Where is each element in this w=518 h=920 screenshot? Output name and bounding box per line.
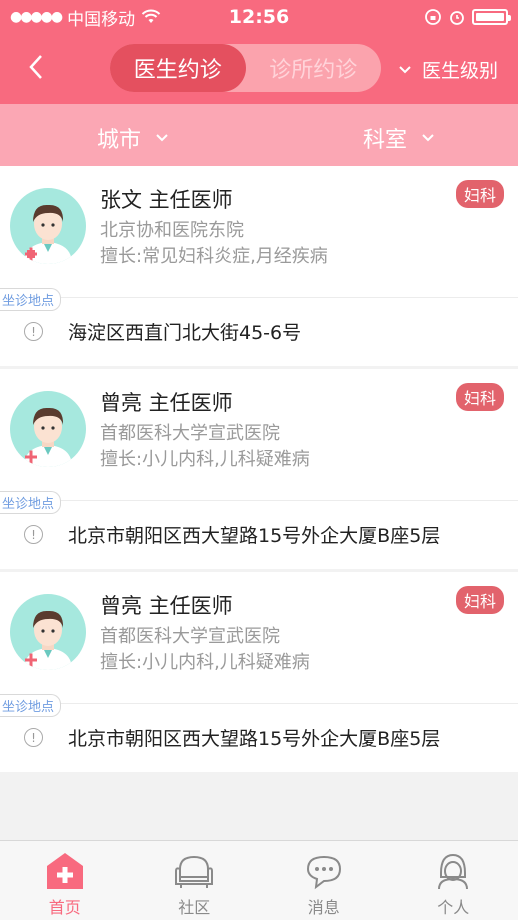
tab-home[interactable]: 首页 [0, 841, 130, 920]
doctor-level-label: 医生级别 [421, 60, 498, 82]
chat-bubble-icon [306, 855, 341, 890]
doctor-card[interactable]: 曾亮 主任医师 首都医科大学宣武医院 擅长:小儿内科,儿科疑难病 妇科 坐诊地点… [0, 572, 518, 772]
doctor-specialty: 擅长:小儿内科,儿科疑难病 [100, 449, 310, 470]
signal-icon: ●●●●● [10, 9, 63, 25]
doctor-hospital: 首都医科大学宣武医院 [100, 626, 280, 647]
doctor-avatar [10, 594, 86, 670]
department-filter[interactable]: 科室 [363, 122, 435, 154]
department-filter-label: 科室 [363, 128, 408, 153]
tab-profile[interactable]: 个人 [389, 841, 518, 920]
info-icon: ! [24, 525, 43, 544]
status-bar: ●●●●● 中国移动 12:56 [0, 0, 518, 34]
alarm-icon [450, 11, 464, 25]
department-badge: 妇科 [455, 383, 504, 411]
department-badge: 妇科 [455, 180, 504, 208]
doctor-name: 曾亮 主任医师 [100, 594, 233, 618]
carrier-name: 中国移动 [67, 9, 136, 30]
clinic-address-row: ! 北京市朝阳区西大望路15号外企大厦B座5层 [0, 704, 518, 772]
info-icon: ! [24, 728, 43, 747]
back-arrow-icon[interactable] [22, 52, 52, 82]
info-icon: ! [24, 322, 43, 341]
doctor-name: 曾亮 主任医师 [100, 391, 233, 415]
tab-doctor-appointment[interactable]: 医生约诊 [110, 44, 246, 92]
clinic-address: 北京市朝阳区西大望路15号外企大厦B座5层 [68, 728, 441, 750]
doctor-list: 张文 主任医师 北京协和医院东院 擅长:常见妇科炎症,月经疾病 妇科 坐诊地点 … [0, 166, 518, 772]
city-filter-label: 城市 [97, 128, 142, 153]
doctor-specialty: 擅长:小儿内科,儿科疑难病 [100, 652, 310, 673]
sofa-icon [175, 855, 214, 888]
person-icon [438, 853, 469, 890]
doctor-info: 曾亮 主任医师 首都医科大学宣武医院 擅长:小儿内科,儿科疑难病 妇科 坐诊地点 [0, 369, 518, 514]
clinic-address: 北京市朝阳区西大望路15号外企大厦B座5层 [68, 525, 441, 547]
tab-community[interactable]: 社区 [130, 841, 260, 920]
doctor-card[interactable]: 张文 主任医师 北京协和医院东院 擅长:常见妇科炎症,月经疾病 妇科 坐诊地点 … [0, 166, 518, 366]
doctor-specialty: 擅长:常见妇科炎症,月经疾病 [100, 246, 328, 267]
home-cross-icon [46, 853, 83, 889]
bottom-tab-bar: 首页 社区 消息 个人 [0, 840, 518, 920]
clinic-address-row: ! 海淀区西直门北大街45-6号 [0, 298, 518, 366]
chevron-down-icon [156, 134, 168, 142]
tab-community-label: 社区 [178, 898, 211, 917]
battery-icon [472, 9, 511, 25]
department-badge: 妇科 [455, 586, 504, 614]
doctor-name: 张文 主任医师 [100, 188, 233, 212]
tab-profile-label: 个人 [437, 898, 470, 917]
appointment-type-switch: 医生约诊 诊所约诊 [110, 44, 381, 92]
clinic-address-row: ! 北京市朝阳区西大望路15号外企大厦B座5层 [0, 501, 518, 569]
doctor-card[interactable]: 曾亮 主任医师 首都医科大学宣武医院 擅长:小儿内科,儿科疑难病 妇科 坐诊地点… [0, 369, 518, 569]
tab-clinic-appointment[interactable]: 诊所约诊 [246, 44, 382, 92]
tab-messages-label: 消息 [307, 898, 340, 917]
nav-bar: 医生约诊 诊所约诊 医生级别 [0, 34, 518, 104]
wifi-icon [141, 9, 161, 23]
tab-home-label: 首页 [48, 898, 81, 917]
doctor-avatar [10, 391, 86, 467]
doctor-hospital: 首都医科大学宣武医院 [100, 423, 280, 444]
doctor-info: 张文 主任医师 北京协和医院东院 擅长:常见妇科炎症,月经疾病 妇科 坐诊地点 [0, 166, 518, 311]
chevron-down-icon [399, 65, 411, 73]
doctor-level-filter[interactable]: 医生级别 [398, 56, 498, 83]
rotation-lock-icon [425, 9, 441, 25]
doctor-info: 曾亮 主任医师 首都医科大学宣武医院 擅长:小儿内科,儿科疑难病 妇科 坐诊地点 [0, 572, 518, 717]
filter-bar: 城市 科室 [0, 104, 518, 166]
chevron-down-icon [422, 134, 434, 142]
doctor-hospital: 北京协和医院东院 [100, 220, 244, 241]
clinic-address: 海淀区西直门北大街45-6号 [68, 322, 302, 344]
tab-messages[interactable]: 消息 [259, 841, 389, 920]
doctor-avatar [10, 188, 86, 264]
city-filter[interactable]: 城市 [97, 122, 169, 154]
